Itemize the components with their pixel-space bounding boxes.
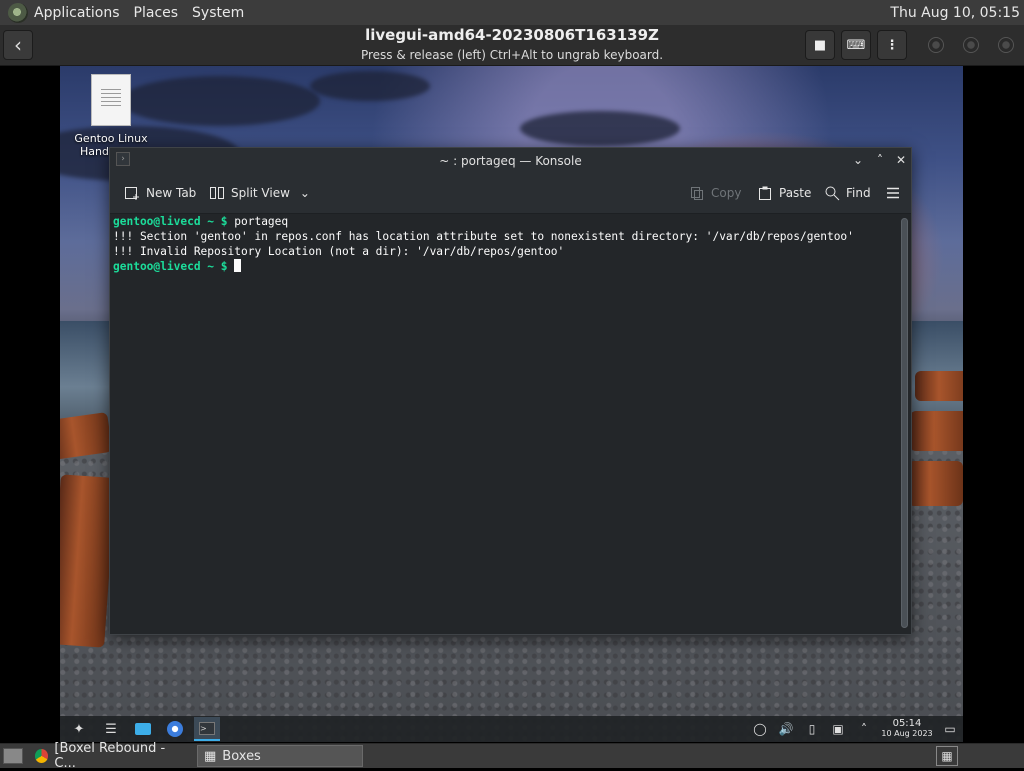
mate-logo-icon[interactable] — [8, 2, 28, 23]
host-top-panel: Applications Places System Thu Aug 10, 0… — [0, 0, 1024, 25]
show-desktop-icon[interactable]: ▭ — [937, 722, 963, 736]
browser-icon[interactable] — [162, 717, 188, 741]
taskbar-item-label: Boxes — [222, 748, 261, 764]
taskbar-item-boxel-rebound[interactable]: [Boxel Rebound - C... — [29, 741, 191, 771]
close-icon[interactable]: ✕ — [893, 152, 909, 168]
konsole-task-icon[interactable]: > — [194, 717, 220, 741]
system-settings-icon[interactable]: ☰ — [98, 717, 124, 741]
minimize-window-icon[interactable] — [928, 37, 944, 53]
guest-clock[interactable]: 05:14 10 Aug 2023 — [877, 719, 937, 739]
boxes-icon: ▦ — [204, 748, 217, 764]
terminal-output-line: !!! Invalid Repository Location (not a d… — [113, 245, 565, 258]
konsole-title: ~ : portageq — Konsole — [439, 154, 582, 168]
terminal-prompt: gentoo@livecd ~ $ — [113, 260, 228, 273]
taskbar-item-boxes[interactable]: ▦ Boxes — [197, 745, 363, 767]
user-icon[interactable]: ◯ — [747, 722, 773, 736]
menu-system[interactable]: System — [192, 5, 244, 21]
kebab-menu-icon: ⋮ — [885, 37, 899, 53]
system-tray: ◯ 🔊 ▯ ▣ ˄ 05:14 10 Aug 2023 ▭ — [747, 719, 963, 739]
guest-taskbar: ✦ ☰ > ◯ 🔊 ▯ ▣ ˄ 05:14 10 Aug 2023 ▭ — [60, 716, 963, 742]
guest-clock-time: 05:14 — [892, 718, 922, 729]
terminal-prompt: gentoo@livecd ~ $ — [113, 215, 228, 228]
new-tab-label: New Tab — [146, 186, 197, 200]
copy-icon — [691, 187, 703, 200]
minimize-icon[interactable]: ⌄ — [850, 152, 866, 168]
file-manager-icon[interactable] — [130, 717, 156, 741]
new-tab-icon — [125, 187, 139, 200]
search-icon — [825, 186, 840, 201]
menu-applications[interactable]: Applications — [34, 5, 120, 21]
menu-places[interactable]: Places — [134, 5, 179, 21]
chevron-down-icon: ⌄ — [299, 186, 310, 200]
terminal-command: portageq — [227, 215, 289, 228]
terminal-output-line: !!! Section 'gentoo' in repos.conf has l… — [113, 230, 854, 243]
terminal-cursor — [234, 259, 242, 272]
app-launcher-icon[interactable]: ✦ — [66, 717, 92, 741]
terminal-area[interactable]: gentoo@livecd ~ $ portageq !!! Section '… — [110, 214, 901, 634]
stop-button[interactable]: ■ — [805, 30, 835, 60]
workspace-switcher-icon[interactable]: ▦ — [936, 746, 958, 766]
paste-button[interactable]: Paste — [757, 185, 811, 201]
document-icon — [91, 74, 131, 126]
split-view-icon — [210, 187, 224, 199]
scrollbar-thumb[interactable] — [901, 218, 908, 628]
split-view-label: Split View — [231, 186, 290, 200]
host-show-desktop-icon[interactable] — [3, 748, 23, 764]
maximize-window-icon[interactable] — [963, 37, 979, 53]
stop-square-icon: ■ — [813, 37, 827, 53]
network-icon[interactable]: ▣ — [825, 722, 851, 736]
paste-label: Paste — [779, 186, 812, 200]
konsole-titlebar[interactable]: › ~ : portageq — Konsole ⌄ ˄ ✕ — [110, 148, 911, 174]
host-bottom-panel: [Boxel Rebound - C... ▦ Boxes ▦ — [0, 741, 1024, 771]
hamburger-menu-button[interactable] — [885, 185, 901, 201]
konsole-window[interactable]: › ~ : portageq — Konsole ⌄ ˄ ✕ New Tab S… — [109, 147, 912, 635]
host-clock[interactable]: Thu Aug 10, 05:15 — [890, 5, 1020, 21]
paste-icon — [759, 186, 771, 200]
desktop-file-icon[interactable]: Gentoo Linux Hand — [72, 74, 150, 158]
find-button[interactable]: Find — [824, 185, 871, 201]
guest-clock-date: 10 Aug 2023 — [881, 729, 933, 738]
chrome-icon — [35, 749, 49, 763]
split-view-button[interactable]: Split View ⌄ — [209, 185, 310, 201]
keyboard-icon: ⌨ — [846, 37, 866, 53]
new-tab-button[interactable]: New Tab — [124, 185, 196, 201]
hamburger-menu-icon — [887, 187, 899, 199]
terminal-scrollbar[interactable] — [901, 218, 908, 628]
tray-expand-icon[interactable]: ˄ — [851, 722, 877, 736]
find-label: Find — [846, 186, 871, 200]
boxes-header-bar: ‹ livegui-amd64-20230806T163139Z Press &… — [0, 25, 1024, 66]
volume-icon[interactable]: 🔊 — [773, 722, 799, 736]
taskbar-item-label: [Boxel Rebound - C... — [54, 741, 166, 771]
copy-button[interactable]: Copy — [689, 185, 741, 201]
close-window-icon[interactable] — [998, 37, 1014, 53]
menu-button[interactable]: ⋮ — [877, 30, 907, 60]
keyboard-button[interactable]: ⌨ — [841, 30, 871, 60]
copy-label: Copy — [711, 186, 742, 200]
storage-icon[interactable]: ▯ — [799, 722, 825, 736]
maximize-icon[interactable]: ˄ — [872, 152, 888, 168]
desktop-file-label-line1: Gentoo Linux — [74, 132, 148, 145]
konsole-toolbar: New Tab Split View ⌄ Copy Paste Find — [110, 174, 911, 214]
